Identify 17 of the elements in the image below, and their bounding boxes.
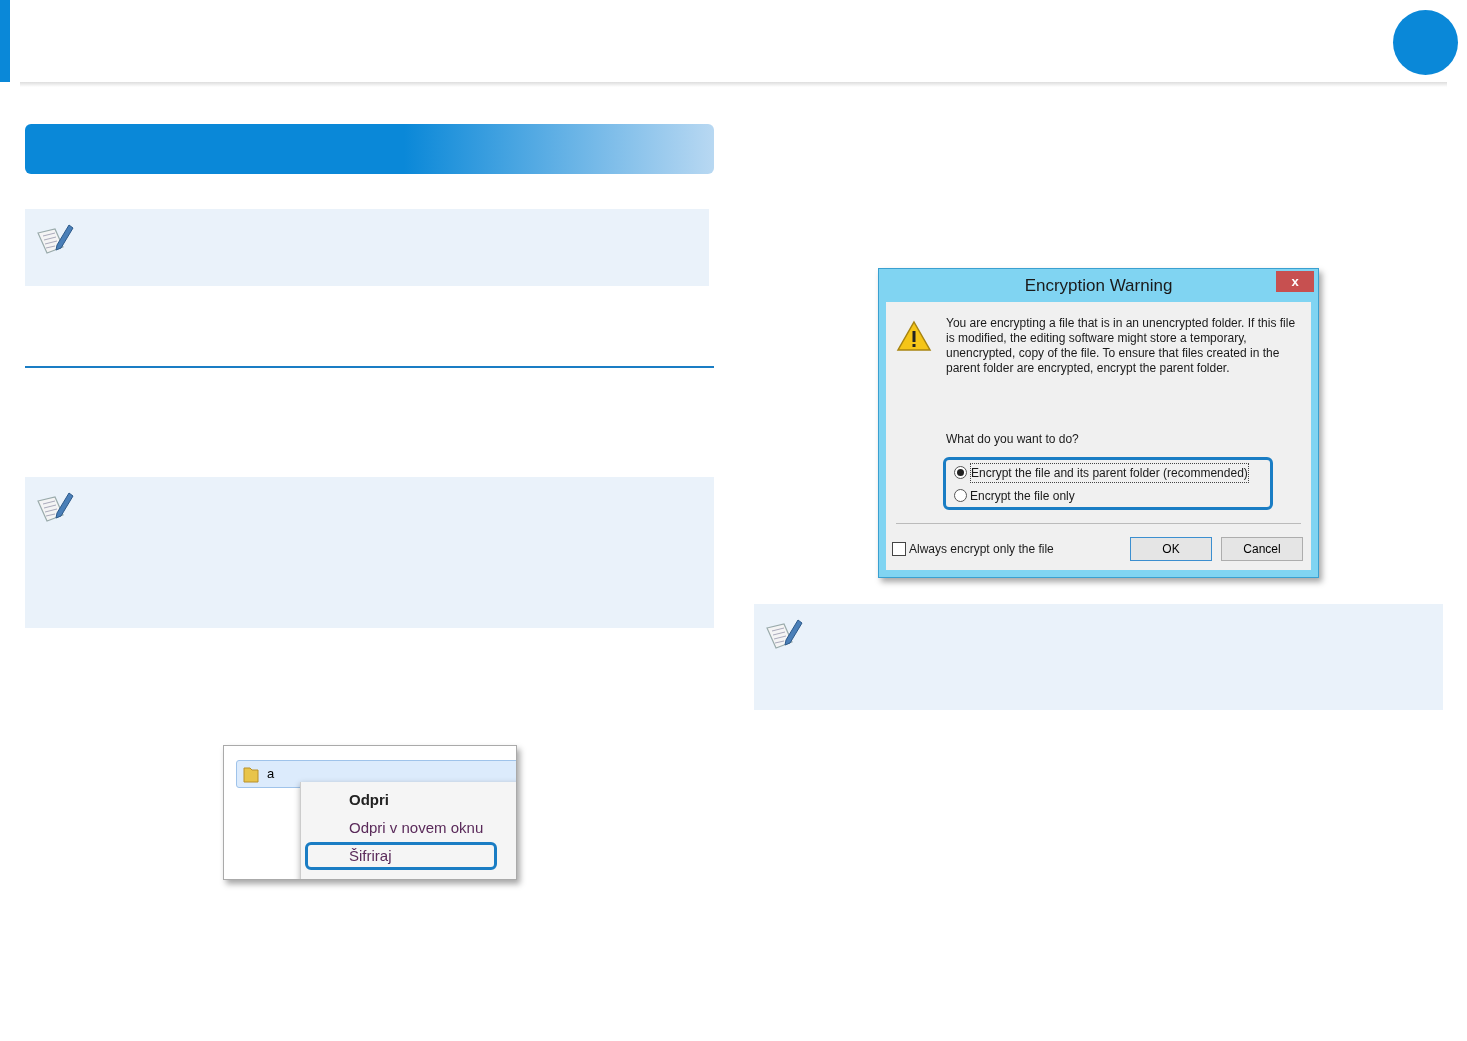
warning-icon — [896, 320, 932, 352]
radio-option[interactable]: Encrypt the file only — [954, 486, 1270, 505]
checkbox[interactable] — [892, 542, 906, 556]
menu-item[interactable]: Odpri v novem oknu — [305, 814, 497, 842]
question-text: What do you want to do? — [946, 431, 1080, 448]
dialog-button[interactable]: Cancel — [1221, 537, 1303, 561]
dialog-button[interactable]: OK — [1130, 537, 1212, 561]
close-button[interactable]: x — [1276, 271, 1314, 292]
folder-name: a — [267, 765, 275, 784]
dialog-title: Encryption Warning — [1024, 274, 1173, 297]
radio-button[interactable] — [954, 466, 967, 479]
menu-item[interactable]: Odpri — [305, 786, 497, 814]
warning-message: You are encrypting a file that is in an unencrypted folder. If this file is modified, the editing software might store a temporary, unencrypted, copy of the file. To ensure that files created in the parent folder are encrypted, encrypt the parent folder. — [946, 316, 1297, 376]
radio-button[interactable] — [954, 489, 967, 502]
checkbox-option[interactable]: Always encrypt only the file — [892, 540, 1054, 558]
folder-icon — [243, 765, 259, 783]
menu-item[interactable]: Šifriraj — [305, 842, 497, 870]
